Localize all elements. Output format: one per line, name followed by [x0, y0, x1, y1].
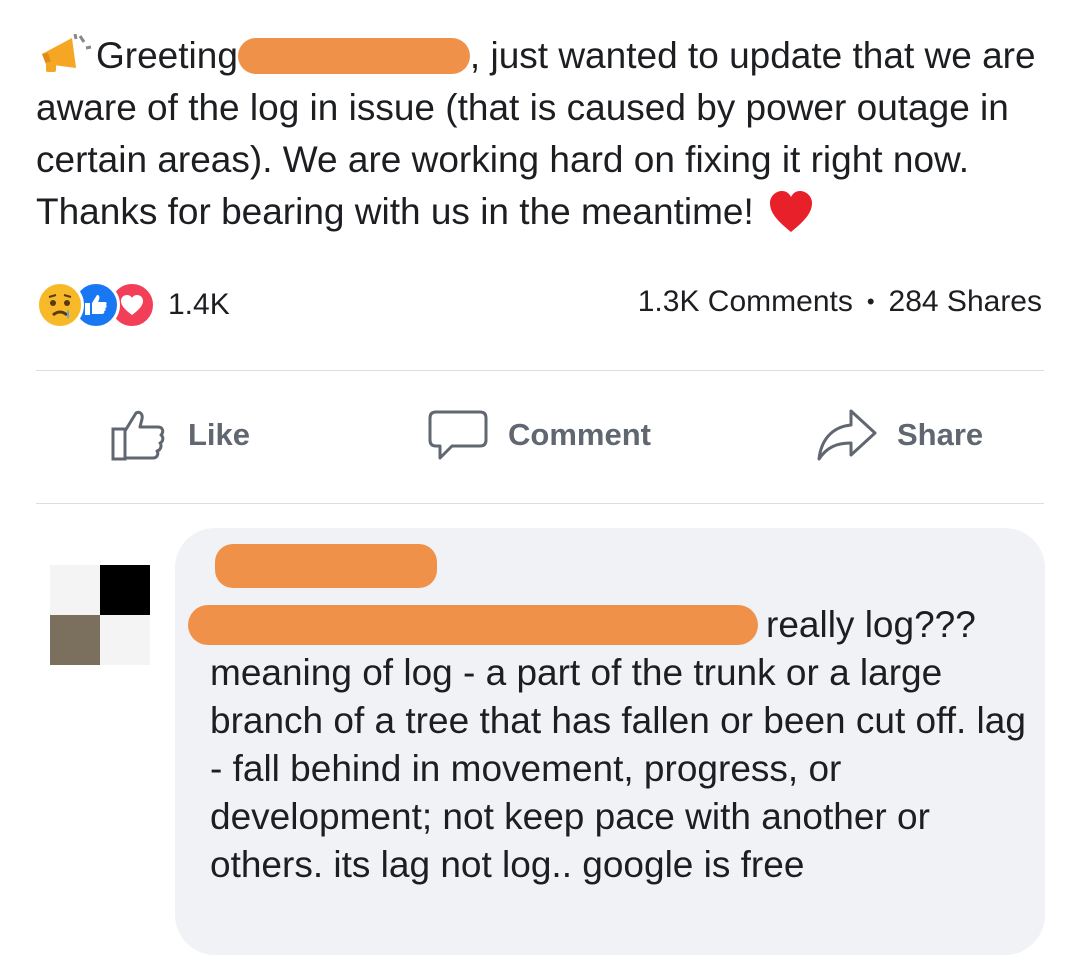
stats-separator: •: [866, 289, 875, 314]
share-button[interactable]: Share: [815, 405, 983, 465]
thumbs-up-icon: [111, 410, 165, 461]
reactions-summary[interactable]: 1.4K: [36, 280, 230, 330]
like-label: Like: [188, 417, 251, 452]
share-label: Share: [897, 417, 984, 452]
comment-bubble: really log??? meaning of log - a part of…: [175, 528, 1045, 955]
redaction-bar: [188, 605, 758, 645]
divider-top: [36, 370, 1044, 371]
comment-label: Comment: [508, 417, 651, 452]
comment-text-first-line: really: [766, 604, 855, 645]
redaction-bar: [237, 38, 470, 74]
reaction-count: 1.4K: [168, 288, 230, 321]
comment-author-redacted[interactable]: [215, 544, 437, 588]
like-button[interactable]: Like: [110, 405, 250, 465]
comment-icon: [428, 410, 488, 460]
comment-button[interactable]: Comment: [428, 405, 651, 465]
megaphone-icon: [36, 33, 92, 74]
comment-text-body: log??? meaning of log - a part of the tr…: [210, 604, 1026, 885]
shares-count[interactable]: 284 Shares: [889, 285, 1042, 319]
comment-text: really log??? meaning of log - a part of…: [188, 601, 1030, 889]
sad-reaction-icon: [36, 281, 84, 329]
post-text-greeting: Greeting: [96, 35, 238, 76]
share-arrow-icon: [817, 409, 877, 461]
post-stats: 1.3K Comments • 284 Shares: [638, 285, 1042, 319]
post-text: Greeting, just wanted to update that we …: [36, 30, 1036, 238]
reaction-icons: [36, 281, 156, 329]
divider-bottom: [36, 503, 1044, 504]
comments-count[interactable]: 1.3K Comments: [638, 285, 853, 319]
red-heart-icon: [768, 190, 814, 234]
avatar[interactable]: [50, 565, 150, 665]
